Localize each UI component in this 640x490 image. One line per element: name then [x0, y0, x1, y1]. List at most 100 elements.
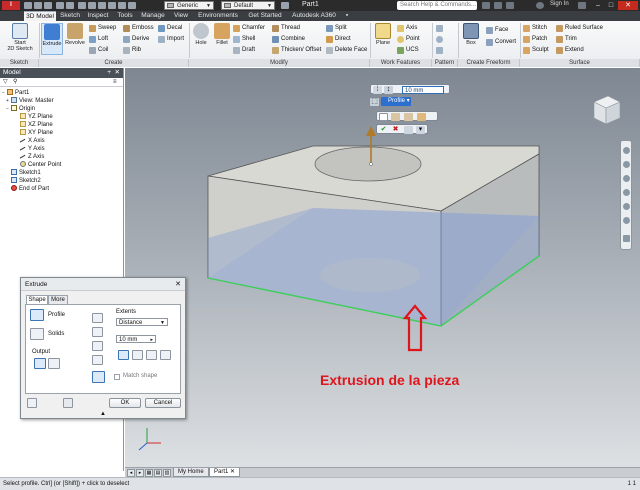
help-search-input[interactable]: Search Help & Commands... — [397, 1, 477, 10]
direction-2-button[interactable] — [132, 350, 143, 360]
expand-dialog-icon[interactable]: ▲ — [100, 411, 106, 417]
direct-button[interactable]: Direct — [326, 35, 351, 44]
revolve-button[interactable]: Revolve — [64, 23, 86, 46]
view-cube[interactable] — [588, 92, 624, 128]
binoculars-icon[interactable] — [482, 2, 490, 9]
tree-node-end-of-part[interactable]: End of Part — [6, 185, 49, 193]
top-hole[interactable] — [314, 146, 422, 182]
doc-tab-part1[interactable]: Part1 ✕ — [209, 468, 241, 477]
solids-select-button[interactable] — [30, 328, 44, 340]
sign-in-link[interactable]: Sign In — [550, 1, 569, 7]
tree-node-sketch2[interactable]: Sketch2 — [6, 177, 41, 185]
help-icon[interactable] — [27, 398, 37, 408]
redo-icon[interactable] — [66, 2, 74, 9]
plane-button[interactable]: Plane — [372, 23, 394, 46]
fillet-button[interactable]: Fillet — [212, 23, 232, 46]
arrange-tabs-icon[interactable]: ▥ — [163, 469, 171, 477]
tab-scroll-right-icon[interactable]: ▸ — [136, 469, 144, 477]
favorites-star-icon[interactable] — [506, 2, 514, 9]
tree-node-y-axis[interactable]: Y Axis — [19, 145, 45, 153]
ok-check-icon[interactable]: ✔ — [379, 126, 388, 134]
filter-icon[interactable]: ▽ — [3, 79, 10, 86]
close-button[interactable]: ✕ — [618, 1, 638, 10]
patch-button[interactable]: Patch — [523, 35, 547, 44]
extents-select[interactable]: Distance ▼ — [116, 318, 168, 326]
cascade-tabs-icon[interactable]: ▤ — [154, 469, 162, 477]
cancel-x-icon[interactable]: ✖ — [391, 126, 400, 134]
stitch-button[interactable]: Stitch — [523, 24, 547, 33]
dialog-titlebar[interactable]: Extrude ✕ — [21, 278, 185, 291]
join-button[interactable] — [92, 313, 103, 323]
decal-button[interactable]: Decal — [158, 24, 182, 33]
new-solid-button[interactable] — [92, 355, 103, 365]
tree-node-sketch1[interactable]: Sketch1 — [6, 169, 41, 177]
add-browser-icon[interactable]: + — [107, 68, 111, 78]
home-icon[interactable] — [78, 2, 86, 9]
intersect-button[interactable] — [92, 341, 103, 351]
navbar-menu-icon[interactable] — [623, 235, 630, 242]
output-surface-button[interactable] — [48, 358, 60, 369]
tree-node-yz-plane[interactable]: YZ Plane — [20, 113, 53, 121]
new-file-icon[interactable] — [24, 2, 32, 9]
tab-environments[interactable]: Environments — [194, 11, 242, 21]
hole-button[interactable]: Hole — [191, 23, 211, 46]
profile-button[interactable]: Profile ▾ — [381, 97, 411, 106]
asymmetric-button[interactable] — [160, 350, 171, 360]
tab-inspect[interactable]: Inspect — [84, 11, 112, 21]
mini-toolbar-grip-icon[interactable]: ⁞ — [373, 86, 382, 94]
delete-face-button[interactable]: Delete Face — [326, 46, 367, 55]
look-at-icon[interactable] — [623, 203, 630, 210]
split-button[interactable]: Split — [326, 24, 347, 33]
thread-button[interactable]: Thread — [272, 24, 300, 33]
extrude-button[interactable]: Extrude — [41, 23, 63, 55]
maximize-button[interactable]: □ — [605, 1, 617, 10]
cancel-button[interactable]: Cancel — [145, 398, 181, 408]
distance-mode-icon[interactable]: ↕ — [384, 86, 393, 94]
trim-button[interactable]: Trim — [556, 35, 577, 44]
chamfer-button[interactable]: Chamfer — [233, 24, 265, 33]
ribbon-display-toggle[interactable]: ▪ — [342, 11, 352, 21]
tab-3d-model[interactable]: 3D Model — [24, 11, 56, 21]
doc-tab-my-home[interactable]: My Home — [173, 468, 209, 477]
tree-node-part[interactable]: − Part1 — [2, 89, 29, 97]
combine-button[interactable]: Combine — [272, 35, 305, 44]
profile-select-icon[interactable]: ⬚ — [370, 98, 379, 106]
rib-button[interactable]: Rib — [123, 46, 141, 55]
rectangular-pattern-button[interactable] — [436, 24, 456, 33]
tab-scroll-left-icon[interactable]: ◂ — [127, 469, 135, 477]
tree-node-xy-plane[interactable]: XY Plane — [20, 129, 53, 137]
thicken-offset-button[interactable]: Thicken/ Offset — [272, 46, 321, 55]
user-icon[interactable] — [536, 2, 544, 9]
ok-button[interactable]: OK — [109, 398, 141, 408]
loft-button[interactable]: Loft — [89, 35, 108, 44]
direction-icon[interactable] — [417, 113, 426, 121]
face-button[interactable]: Face — [486, 26, 508, 35]
coil-button[interactable]: Coil — [89, 46, 108, 55]
tab-get-started[interactable]: Get Started — [244, 11, 286, 21]
distance-input[interactable]: 10 mm — [402, 86, 444, 94]
tab-autodesk-a360[interactable]: Autodesk A360 — [288, 11, 340, 21]
sculpt-button[interactable]: Sculpt — [523, 46, 549, 55]
mirror-button[interactable] — [436, 46, 456, 55]
axis-button[interactable]: Axis — [397, 24, 417, 33]
properties-icon[interactable] — [108, 2, 116, 9]
direction-1-button[interactable] — [118, 350, 129, 360]
ucs-button[interactable]: UCS — [397, 46, 419, 55]
output-solid-button[interactable] — [34, 358, 46, 369]
tile-tabs-icon[interactable]: ▦ — [145, 469, 153, 477]
pan-icon[interactable] — [623, 161, 630, 168]
start-2d-sketch-button[interactable]: Start 2D Sketch — [4, 23, 36, 52]
zoom-icon[interactable] — [623, 175, 630, 182]
tab-manage[interactable]: Manage — [138, 11, 168, 21]
menu-icon[interactable]: ≡ — [113, 79, 120, 86]
profile-select-button[interactable] — [30, 309, 44, 321]
shell-button[interactable]: Shell — [233, 35, 255, 44]
cut-icon[interactable] — [404, 113, 413, 121]
minimize-button[interactable]: – — [592, 1, 604, 10]
emboss-button[interactable]: Emboss — [123, 24, 154, 33]
tree-node-center-point[interactable]: Center Point — [20, 161, 61, 169]
circular-pattern-button[interactable] — [436, 35, 456, 44]
save-icon[interactable] — [44, 2, 52, 9]
close-tab-icon[interactable]: ✕ — [230, 469, 235, 475]
color-icon[interactable] — [128, 2, 136, 9]
